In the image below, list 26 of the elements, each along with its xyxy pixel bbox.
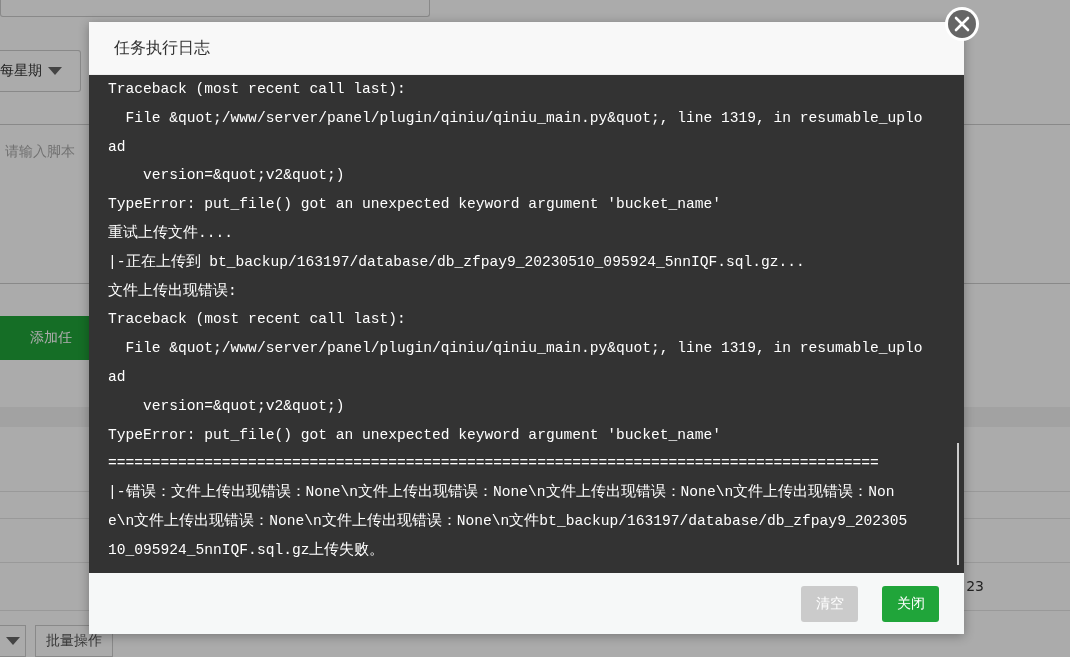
log-line: Traceback (most recent call last): <box>108 80 407 99</box>
input-field[interactable] <box>0 0 430 17</box>
log-line: ======================================================================================== <box>108 454 880 474</box>
dialog-title: 任务执行日志 <box>89 22 964 75</box>
log-line: File &quot;/www/server/panel/plugin/qiniu/qiniu_main.py&quot;, line 1319, in resumable_uplo <box>124 108 924 128</box>
log-line: version=&quot;v2&quot;) <box>142 396 346 416</box>
page-size-select[interactable] <box>0 625 26 657</box>
log-line: 重试上传文件.... <box>108 223 235 243</box>
log-line: File &quot;/www/server/panel/plugin/qiniu/qiniu_main.py&quot;, line 1319, in resumable_uplo <box>124 339 924 359</box>
log-line: TypeError: put_file() got an unexpected keyword argument 'bucket_name' <box>108 195 723 215</box>
log-line: version=&quot;v2&quot;) <box>142 166 346 186</box>
log-line: e\n文件上传出现错误：None\n文件上传出现错误：None\n文件bt_backup/163197/database/db_zfpay9_202305 <box>108 511 909 531</box>
close-button[interactable]: 关闭 <box>882 585 939 622</box>
log-line: ad <box>108 137 127 157</box>
caret-icon <box>48 67 62 75</box>
scrollbar-thumb[interactable] <box>957 443 959 565</box>
log-line: |-正在上传到 bt_backup/163197/database/db_zfpay9_20230510_095924_5nnIQF.sql.gz... <box>108 252 806 272</box>
period-select[interactable]: 每星期 <box>0 49 81 93</box>
log-line: |-错误：文件上传出现错误：None\n文件上传出现错误：None\n文件上传出现错误：None\n文件上传出现错误：Non <box>108 482 896 503</box>
log-line: 10_095924_5nnIQF.sql.gz上传失败。 <box>108 540 386 560</box>
log-line: 文件上传出现错误: <box>108 281 238 301</box>
log-line: TypeError: put_file() got an unexpected keyword argument 'bucket_name' <box>108 425 723 445</box>
close-icon[interactable] <box>944 6 980 42</box>
log-line: ad <box>108 367 127 387</box>
caret-icon <box>5 637 20 645</box>
table-cell: 23 <box>966 578 984 595</box>
